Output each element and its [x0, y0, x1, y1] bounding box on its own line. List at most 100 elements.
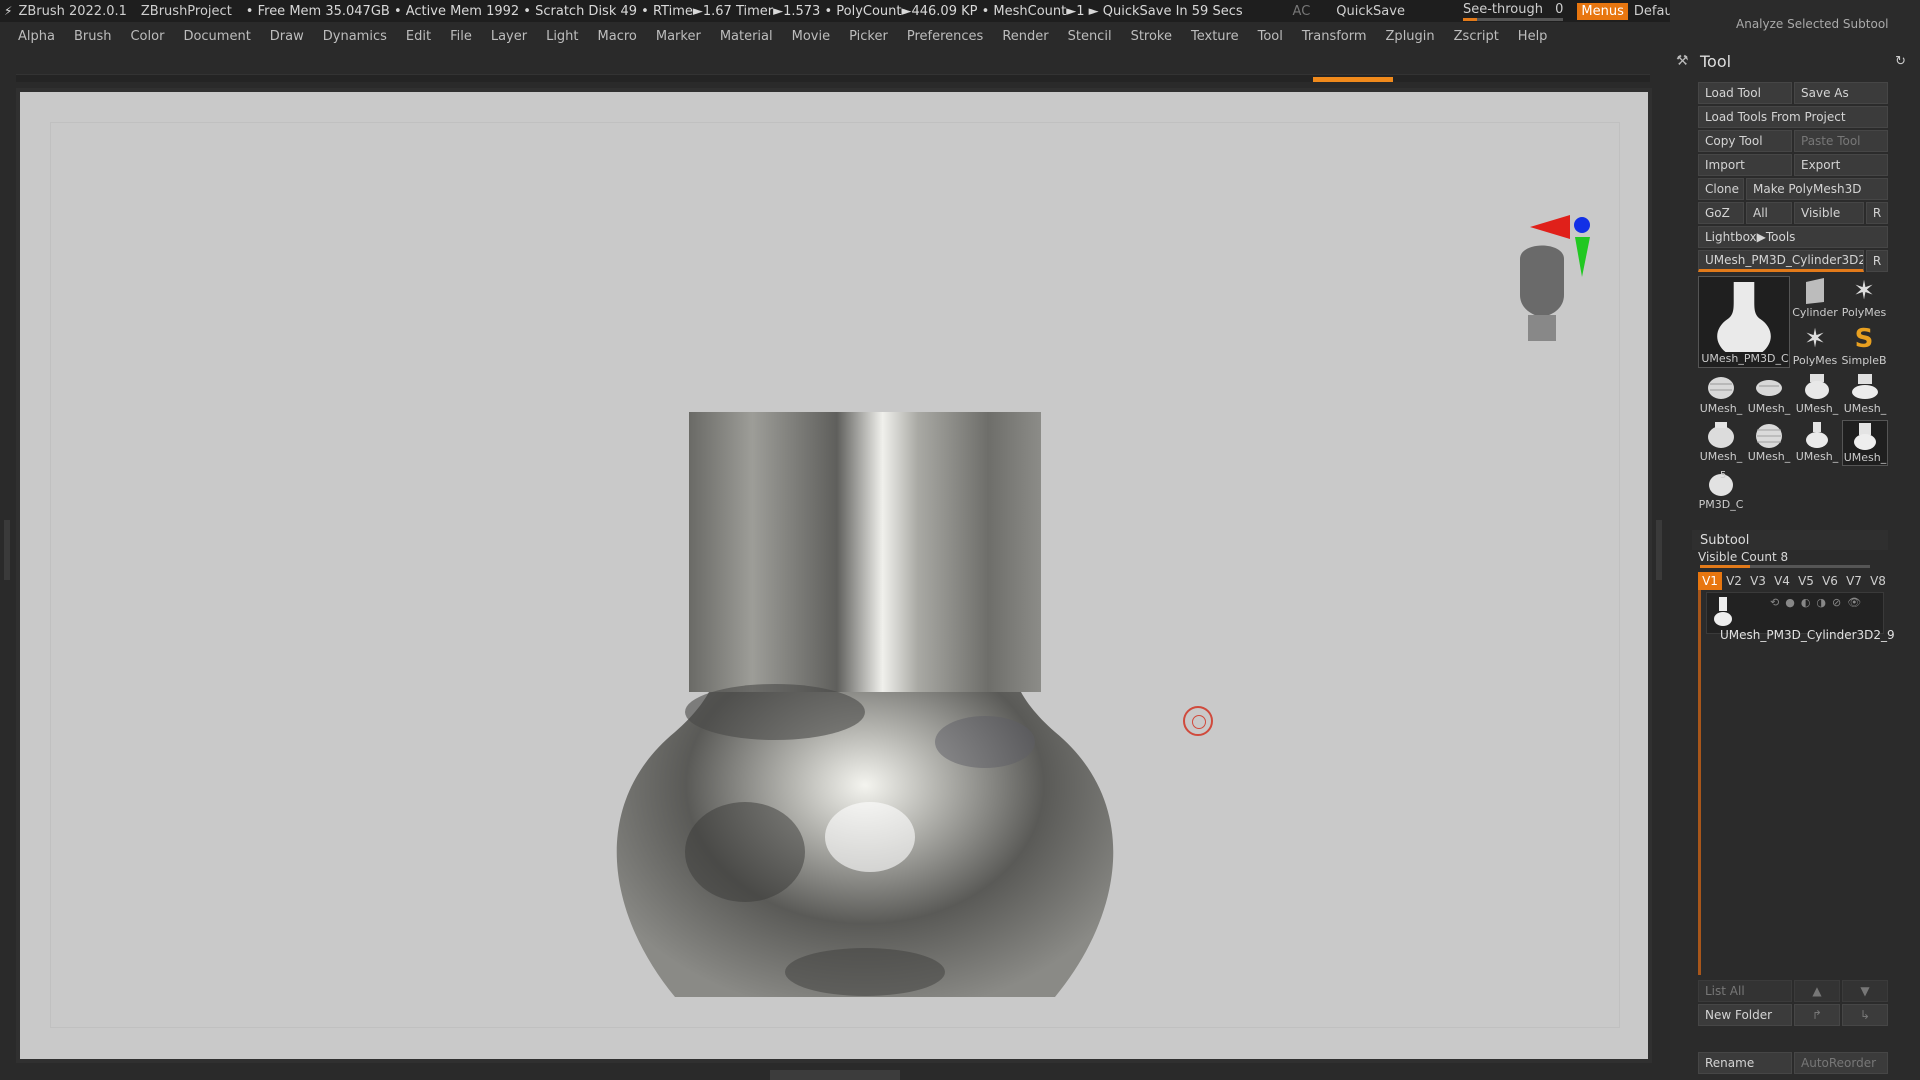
menu-movie[interactable]: Movie	[792, 29, 830, 44]
navigation-gizmo[interactable]	[1520, 207, 1640, 347]
autoreorder-button[interactable]: AutoReorder	[1794, 1052, 1888, 1074]
tool-thumb-8[interactable]: UMesh_	[1842, 372, 1888, 418]
import-button[interactable]: Import	[1698, 154, 1792, 176]
tool-thumb-3[interactable]: ✶ PolyMes	[1792, 324, 1838, 370]
menu-brush[interactable]: Brush	[74, 29, 112, 44]
vase-reflection-a	[685, 684, 865, 740]
mesh-thumb-icon	[1806, 422, 1828, 448]
visible-count-slider[interactable]	[1700, 565, 1870, 568]
tool-thumb-6[interactable]: UMesh_	[1746, 372, 1792, 418]
menu-edit[interactable]: Edit	[406, 29, 431, 44]
current-tool-r-button[interactable]: R	[1866, 250, 1888, 272]
make-polymesh3d-button[interactable]: Make PolyMesh3D	[1746, 178, 1888, 200]
left-tray-handle[interactable]	[4, 520, 10, 580]
seethrough-slider[interactable]: See-through 0	[1449, 2, 1563, 21]
menu-transform[interactable]: Transform	[1302, 29, 1367, 44]
visibility-tab-v2[interactable]: V2	[1722, 572, 1746, 590]
menu-alpha[interactable]: Alpha	[18, 29, 55, 44]
subtool-thumb-icon	[1714, 597, 1732, 626]
visibility-tab-v1[interactable]: V1	[1698, 572, 1722, 590]
visible-count-value: 8	[1780, 550, 1789, 564]
visibility-tab-v8[interactable]: V8	[1866, 572, 1890, 590]
list-all-button[interactable]: List All	[1698, 980, 1792, 1002]
save-as-button[interactable]: Save As	[1794, 82, 1888, 104]
tool-thumb-1[interactable]: Cylinder	[1792, 276, 1838, 322]
folder-action-b-icon[interactable]: ↳	[1842, 1004, 1888, 1026]
folder-action-a-icon[interactable]: ↱	[1794, 1004, 1840, 1026]
menu-color[interactable]: Color	[130, 29, 164, 44]
tool-thumb-label: SimpleB	[1841, 354, 1887, 367]
tool-thumb-10[interactable]: UMesh_	[1746, 420, 1792, 466]
lightbox-tools-button[interactable]: Lightbox▶Tools	[1698, 226, 1888, 248]
subtool-name: UMesh_PM3D_Cylinder3D2_9	[1720, 628, 1895, 642]
menus-toggle[interactable]: Menus	[1577, 2, 1628, 20]
vase-reflection-d	[785, 948, 945, 996]
new-folder-button[interactable]: New Folder	[1698, 1004, 1792, 1026]
mesh-thumb-icon	[1854, 423, 1876, 450]
menu-macro[interactable]: Macro	[598, 29, 637, 44]
visibility-tab-v7[interactable]: V7	[1842, 572, 1866, 590]
mesh-thumb-icon	[1805, 374, 1829, 399]
goz-visible-button[interactable]: Visible	[1794, 202, 1864, 224]
menu-preferences[interactable]: Preferences	[907, 29, 983, 44]
progress-fill	[1313, 77, 1393, 82]
tool-thumb-5[interactable]: UMesh_	[1698, 372, 1744, 418]
move-up-arrow-icon[interactable]: ▲	[1794, 980, 1840, 1002]
tool-thumb-7[interactable]: UMesh_	[1794, 372, 1840, 418]
visible-count[interactable]: Visible Count 8	[1698, 550, 1788, 564]
visibility-tab-v3[interactable]: V3	[1746, 572, 1770, 590]
subtool-toggle-icons[interactable]: ⟲●◐◑⊘👁	[1770, 596, 1867, 609]
visibility-tab-v6[interactable]: V6	[1818, 572, 1842, 590]
menu-stencil[interactable]: Stencil	[1068, 29, 1112, 44]
mesh-thumb-icon	[1756, 424, 1782, 448]
tool-thumb-12[interactable]: UMesh_	[1842, 420, 1888, 466]
clone-button[interactable]: Clone	[1698, 178, 1744, 200]
menu-stroke[interactable]: Stroke	[1131, 29, 1172, 44]
menu-layer[interactable]: Layer	[491, 29, 527, 44]
visible-count-label: Visible Count	[1698, 550, 1777, 564]
menu-material[interactable]: Material	[720, 29, 773, 44]
subtool-header[interactable]: Subtool	[1692, 530, 1888, 550]
paste-tool-button[interactable]: Paste Tool	[1794, 130, 1888, 152]
menu-zplugin[interactable]: Zplugin	[1386, 29, 1435, 44]
vase-mesh[interactable]	[605, 412, 1125, 997]
rename-button[interactable]: Rename	[1698, 1052, 1792, 1074]
load-tools-from-project-button[interactable]: Load Tools From Project	[1698, 106, 1888, 128]
tool-thumb-4[interactable]: S SimpleB	[1840, 324, 1888, 370]
menu-zscript[interactable]: Zscript	[1454, 29, 1499, 44]
ac-label[interactable]: AC	[1293, 4, 1311, 19]
menu-file[interactable]: File	[450, 29, 472, 44]
export-button[interactable]: Export	[1794, 154, 1888, 176]
tool-thumb-0[interactable]: UMesh_PM3D_C	[1698, 276, 1790, 368]
quicksave-button[interactable]: QuickSave	[1336, 4, 1405, 19]
load-tool-button[interactable]: Load Tool	[1698, 82, 1792, 104]
menu-marker[interactable]: Marker	[656, 29, 701, 44]
tool-thumb-2[interactable]: ✶ PolyMes	[1840, 276, 1888, 322]
menu-help[interactable]: Help	[1518, 29, 1548, 44]
tool-thumb-13[interactable]: 5 PM3D_C	[1698, 468, 1744, 514]
menu-light[interactable]: Light	[546, 29, 578, 44]
visibility-tab-v5[interactable]: V5	[1794, 572, 1818, 590]
copy-tool-button[interactable]: Copy Tool	[1698, 130, 1792, 152]
menu-texture[interactable]: Texture	[1191, 29, 1239, 44]
visibility-tab-v4[interactable]: V4	[1770, 572, 1794, 590]
current-tool-slider[interactable]: UMesh_PM3D_Cylinder3D2_9	[1698, 250, 1864, 272]
document-canvas[interactable]	[16, 88, 1652, 1063]
goz-all-button[interactable]: All	[1746, 202, 1792, 224]
menu-render[interactable]: Render	[1002, 29, 1048, 44]
menu-document[interactable]: Document	[183, 29, 250, 44]
tool-thumb-9[interactable]: UMesh_	[1698, 420, 1744, 466]
right-tray-handle[interactable]	[1656, 520, 1662, 580]
bottom-tray-handle[interactable]	[770, 1070, 900, 1080]
move-down-arrow-icon[interactable]: ▼	[1842, 980, 1888, 1002]
goz-button[interactable]: GoZ	[1698, 202, 1744, 224]
goz-r-button[interactable]: R	[1866, 202, 1888, 224]
tool-thumb-label: UMesh_	[1795, 402, 1839, 415]
star-icon: ✶	[1853, 276, 1875, 306]
menu-dynamics[interactable]: Dynamics	[323, 29, 387, 44]
reset-panel-icon[interactable]: ↻	[1895, 54, 1906, 69]
menu-picker[interactable]: Picker	[849, 29, 888, 44]
menu-draw[interactable]: Draw	[270, 29, 304, 44]
tool-thumb-11[interactable]: UMesh_	[1794, 420, 1840, 466]
menu-tool[interactable]: Tool	[1258, 29, 1283, 44]
